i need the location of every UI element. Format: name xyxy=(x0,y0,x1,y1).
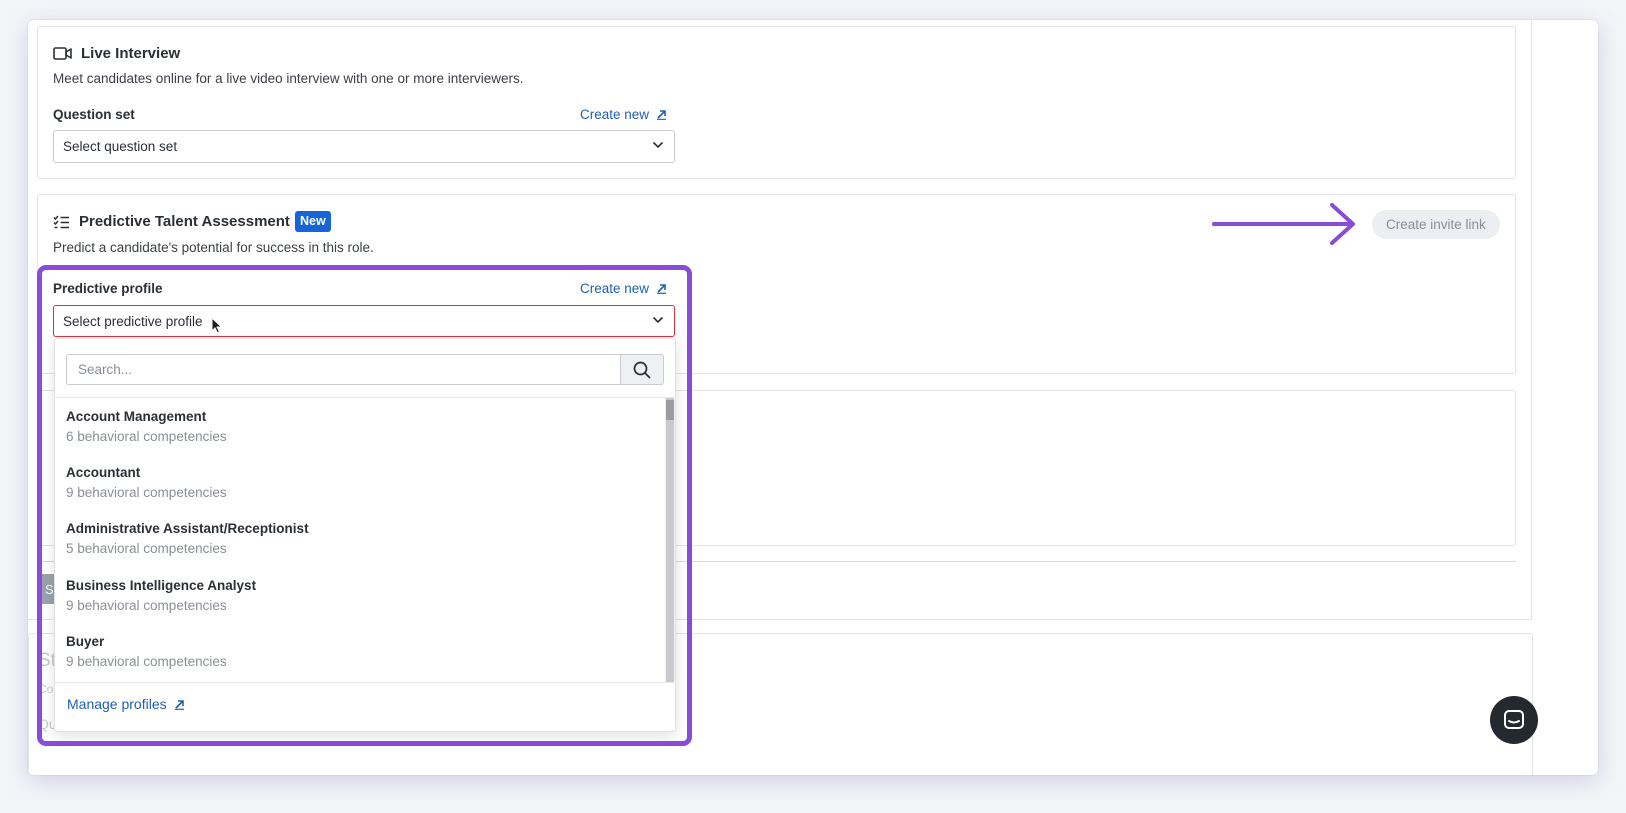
list-item-buyer[interactable]: Buyer 9 behavioral competencies xyxy=(66,634,656,669)
dropdown-scrollbar-thumb[interactable] xyxy=(666,398,674,682)
list-item-subtitle: 6 behavioral competencies xyxy=(66,429,227,444)
dropdown-search-divider xyxy=(55,397,675,398)
list-item-title: Accountant xyxy=(66,465,141,480)
predictive-profile-dropdown: Account Management 6 behavioral competen… xyxy=(54,338,676,732)
dropdown-search-button[interactable] xyxy=(620,354,664,385)
list-item-title: Account Management xyxy=(66,409,207,424)
dropdown-footer-divider xyxy=(55,682,675,683)
list-item-accountant[interactable]: Accountant 9 behavioral competencies xyxy=(66,465,656,500)
search-icon xyxy=(633,361,651,378)
dropdown-search xyxy=(66,354,664,385)
list-item-subtitle: 5 behavioral competencies xyxy=(66,541,227,556)
dropdown-search-input[interactable] xyxy=(66,354,620,385)
list-item-title: Administrative Assistant/Receptionist xyxy=(66,521,309,536)
external-link-icon xyxy=(174,699,184,710)
list-item-subtitle: 9 behavioral competencies xyxy=(66,598,227,613)
dropdown-scrollbar-cap xyxy=(666,400,674,420)
list-item-title: Buyer xyxy=(66,634,105,649)
chat-icon xyxy=(1504,710,1524,729)
manage-profiles-text: Manage profiles xyxy=(67,696,167,712)
list-item-business-intelligence-analyst[interactable]: Business Intelligence Analyst 9 behavior… xyxy=(66,578,656,613)
list-item-subtitle: 9 behavioral competencies xyxy=(66,654,227,669)
dropdown-scrollbar[interactable] xyxy=(665,398,675,682)
background-partial-button-text: S xyxy=(45,582,54,597)
background-partial-desc: Co xyxy=(38,682,54,696)
list-item-title: Business Intelligence Analyst xyxy=(66,578,257,593)
list-item-administrative-assistant[interactable]: Administrative Assistant/Receptionist 5 … xyxy=(66,521,656,556)
list-item-account-management[interactable]: Account Management 6 behavioral competen… xyxy=(66,409,656,444)
manage-profiles-link[interactable]: Manage profiles xyxy=(67,696,185,712)
list-item-subtitle: 9 behavioral competencies xyxy=(66,485,227,500)
app-frame: Live Interview Meet candidates online fo… xyxy=(28,20,1598,775)
chat-launcher-button[interactable] xyxy=(1490,696,1538,744)
